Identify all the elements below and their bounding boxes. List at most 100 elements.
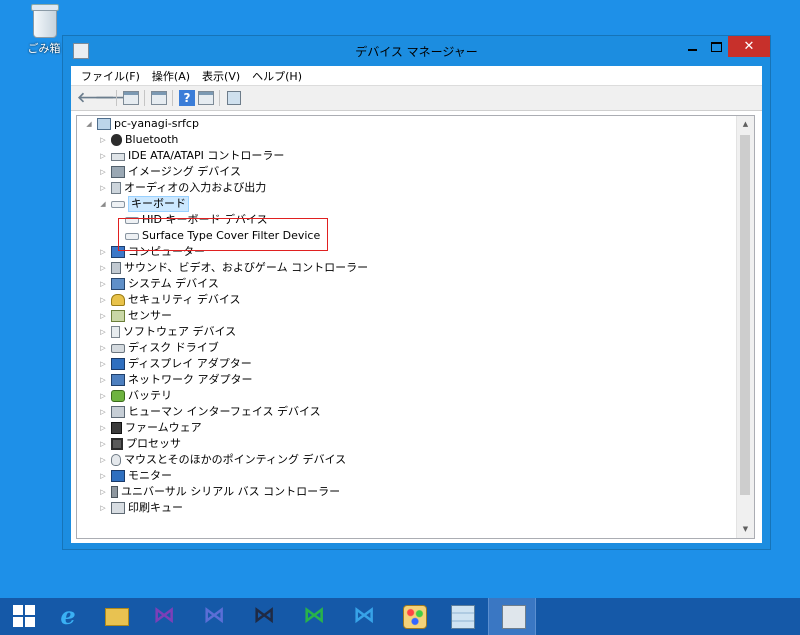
- expand-arrow-icon[interactable]: ▷: [98, 244, 108, 260]
- tree-item-processor[interactable]: ▷ プロセッサ: [98, 436, 181, 452]
- menu-file[interactable]: ファイル(F): [75, 66, 146, 84]
- tree-item-mouse[interactable]: ▷ マウスとそのほかのポインティング デバイス: [98, 452, 346, 468]
- taskbar-app-stack[interactable]: [438, 598, 486, 635]
- expand-arrow-icon[interactable]: ▷: [98, 436, 108, 452]
- taskbar-internet-explorer[interactable]: e: [44, 598, 92, 635]
- software-device-icon: [111, 326, 120, 338]
- properties-icon[interactable]: [151, 91, 167, 105]
- battery-icon: [111, 390, 125, 402]
- taskbar-visual-studio-3[interactable]: ⋈: [240, 598, 288, 635]
- expand-arrow-icon[interactable]: ▷: [98, 164, 108, 180]
- expand-arrow-icon[interactable]: ▷: [98, 308, 108, 324]
- menu-help[interactable]: ヘルプ(H): [246, 66, 308, 84]
- tree-item-software[interactable]: ▷ ソフトウェア デバイス: [98, 324, 236, 340]
- expand-arrow-icon[interactable]: ▷: [98, 484, 108, 500]
- tree-item-security[interactable]: ▷ セキュリティ デバイス: [98, 292, 241, 308]
- tree-item-monitor[interactable]: ▷ モニター: [98, 468, 172, 484]
- expand-arrow-icon[interactable]: ▷: [98, 500, 108, 516]
- toolbar-separator: [219, 90, 220, 106]
- tree-item-system[interactable]: ▷ システム デバイス: [98, 276, 219, 292]
- tree-root[interactable]: ◢ pc-yanagi-srfcp: [84, 116, 199, 132]
- taskbar-visual-studio-2[interactable]: ⋈: [190, 598, 238, 635]
- print-queue-icon: [111, 502, 125, 514]
- tree-item-audio[interactable]: ▷ オーディオの入力および出力: [98, 180, 266, 196]
- tree-item-label: キーボード: [128, 196, 189, 212]
- expand-arrow-icon[interactable]: ▷: [98, 404, 108, 420]
- tree-item-label: ディスク ドライブ: [128, 341, 219, 354]
- folder-icon: [105, 608, 129, 626]
- expand-arrow-icon[interactable]: ▷: [98, 260, 108, 276]
- expand-arrow-icon[interactable]: ▷: [98, 452, 108, 468]
- firmware-icon: [111, 422, 122, 434]
- recycle-bin-icon: [29, 4, 59, 38]
- device-manager-icon: [502, 605, 526, 629]
- expand-arrow-icon[interactable]: ▷: [98, 148, 108, 164]
- monitor-icon: [111, 470, 125, 482]
- menu-bar: ファイル(F) 操作(A) 表示(V) ヘルプ(H): [71, 66, 762, 84]
- tree-item-label: IDE ATA/ATAPI コントローラー: [128, 149, 285, 162]
- audio-io-icon: [111, 182, 121, 194]
- expand-arrow-icon[interactable]: ▷: [98, 340, 108, 356]
- menu-action[interactable]: 操作(A): [146, 66, 196, 84]
- tree-item-disk[interactable]: ▷ ディスク ドライブ: [98, 340, 219, 356]
- tree-item-label: マウスとそのほかのポインティング デバイス: [124, 453, 347, 466]
- start-button[interactable]: [0, 598, 48, 635]
- expand-arrow-icon[interactable]: ▷: [98, 132, 108, 148]
- tree-item-usb[interactable]: ▷ ユニバーサル シリアル バス コントローラー: [98, 484, 340, 500]
- action-pane-icon[interactable]: [198, 91, 214, 105]
- expand-arrow-icon[interactable]: ▷: [98, 292, 108, 308]
- expand-arrow-icon[interactable]: ▷: [98, 324, 108, 340]
- tree-item-ide[interactable]: ▷ IDE ATA/ATAPI コントローラー: [98, 148, 284, 164]
- taskbar-visual-studio-5[interactable]: ⋈: [340, 598, 388, 635]
- system-device-icon: [111, 278, 125, 290]
- expand-arrow-icon[interactable]: ▷: [98, 180, 108, 196]
- minimize-button[interactable]: [680, 36, 704, 57]
- expand-arrow-icon[interactable]: ▷: [98, 468, 108, 484]
- recycle-bin-label: ごみ箱: [27, 42, 61, 55]
- taskbar-visual-studio-4[interactable]: ⋈: [290, 598, 338, 635]
- forward-arrow-icon[interactable]: 🡒: [95, 90, 133, 106]
- tree-item-print-queue[interactable]: ▷ 印刷キュー: [98, 500, 183, 516]
- tree-item-keyboard[interactable]: ◢ キーボード: [98, 196, 189, 212]
- back-arrow-icon[interactable]: 🡐: [77, 90, 115, 106]
- tree-item-label: セキュリティ デバイス: [128, 293, 241, 306]
- tree-item-hid[interactable]: ▷ ヒューマン インターフェイス デバイス: [98, 404, 321, 420]
- collapse-arrow-icon[interactable]: ◢: [84, 116, 94, 132]
- expand-arrow-icon[interactable]: ▷: [98, 420, 108, 436]
- taskbar-file-explorer[interactable]: [92, 598, 140, 635]
- taskbar-paint[interactable]: [390, 598, 438, 635]
- taskbar-visual-studio-1[interactable]: ⋈: [140, 598, 188, 635]
- expand-arrow-icon[interactable]: ▷: [98, 276, 108, 292]
- tree-root-label: pc-yanagi-srfcp: [114, 117, 199, 130]
- scrollbar-thumb[interactable]: [740, 135, 750, 495]
- help-icon[interactable]: ?: [179, 90, 195, 106]
- tree-item-sensor[interactable]: ▷ センサー: [98, 308, 172, 324]
- tree-item-sound[interactable]: ▷ サウンド、ビデオ、およびゲーム コントローラー: [98, 260, 368, 276]
- scroll-up-arrow-icon[interactable]: ▲: [737, 116, 754, 133]
- recycle-bin[interactable]: ごみ箱: [22, 4, 66, 56]
- expand-arrow-icon[interactable]: ▷: [98, 356, 108, 372]
- title-bar[interactable]: デバイス マネージャー ✕: [63, 36, 770, 66]
- tree-item-battery[interactable]: ▷ バッテリ: [98, 388, 172, 404]
- tree-item-display[interactable]: ▷ ディスプレイ アダプター: [98, 356, 252, 372]
- expand-arrow-icon[interactable]: ▷: [98, 372, 108, 388]
- tree-item-label: バッテリ: [128, 389, 172, 402]
- tree-item-imaging[interactable]: ▷ イメージング デバイス: [98, 164, 241, 180]
- maximize-button[interactable]: [704, 36, 728, 57]
- scan-hardware-icon[interactable]: [227, 91, 241, 105]
- scroll-down-arrow-icon[interactable]: ▼: [737, 521, 754, 538]
- vertical-scrollbar[interactable]: ▲ ▼: [736, 116, 754, 538]
- show-hide-console-tree-icon[interactable]: [123, 91, 139, 105]
- menu-view[interactable]: 表示(V): [196, 66, 246, 84]
- visual-studio-icon: ⋈: [203, 603, 225, 628]
- tree-item-label: プロセッサ: [126, 437, 181, 450]
- tree-item-label: Bluetooth: [125, 133, 179, 146]
- collapse-arrow-icon[interactable]: ◢: [98, 196, 108, 212]
- tree-item-network[interactable]: ▷ ネットワーク アダプター: [98, 372, 253, 388]
- windows-logo-icon: [13, 605, 35, 627]
- taskbar-device-manager[interactable]: [488, 598, 536, 635]
- expand-arrow-icon[interactable]: ▷: [98, 388, 108, 404]
- tree-item-firmware[interactable]: ▷ ファームウェア: [98, 420, 202, 436]
- close-button[interactable]: ✕: [728, 36, 770, 57]
- tree-item-bluetooth[interactable]: ▷ Bluetooth: [98, 132, 178, 148]
